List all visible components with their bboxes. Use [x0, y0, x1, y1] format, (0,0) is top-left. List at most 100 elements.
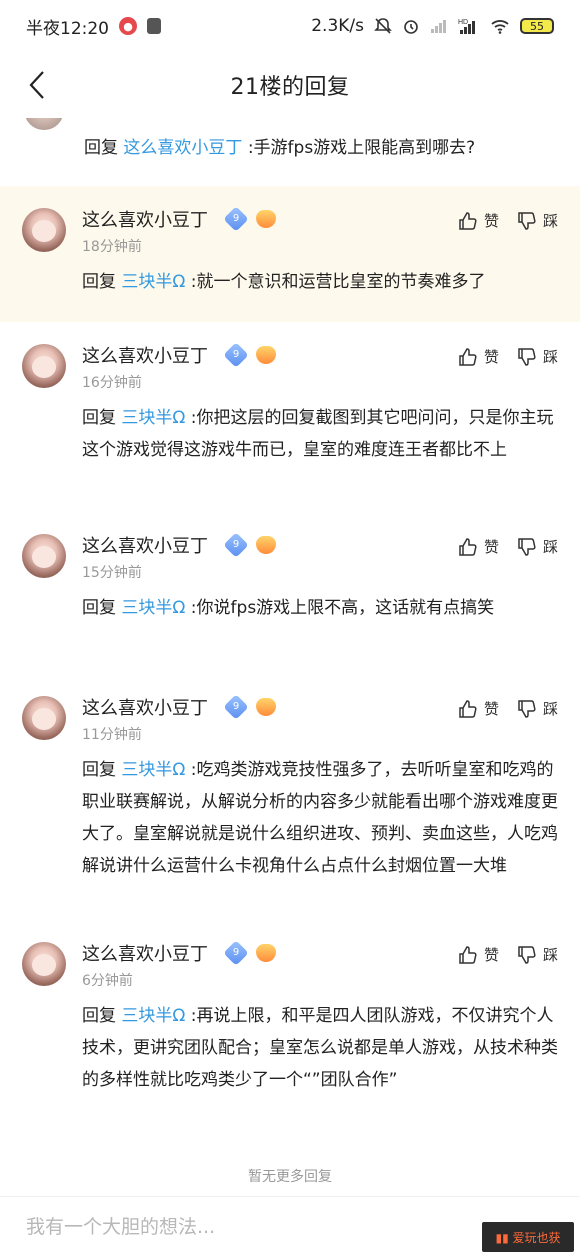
dislike-label: 踩 — [542, 946, 558, 964]
thumbs-up-icon — [459, 945, 477, 964]
thumbs-down-icon — [518, 347, 536, 366]
no-more-replies: 暂无更多回复 — [248, 1169, 332, 1185]
username[interactable]: 这么喜欢小豆丁 — [82, 694, 208, 720]
vip-badge-icon: 9 — [223, 206, 249, 232]
vip-level: 9 — [232, 349, 240, 360]
medal-icon — [256, 536, 276, 554]
app-icon — [147, 18, 161, 34]
wifi-icon — [491, 20, 509, 34]
like-label: 赞 — [483, 348, 499, 366]
vip-badge-icon: 9 — [223, 940, 249, 966]
battery-indicator: 55 — [520, 18, 554, 34]
thumbs-up-icon — [459, 699, 477, 718]
comment-item: 这么喜欢小豆丁 9 15分钟前 赞 踩 回复 三块半Ω :你说fps游戏上限不高… — [0, 512, 580, 674]
like-label: 赞 — [483, 946, 499, 964]
reply-text: 回复 三块半Ω :再说上限，和平是四人团队游戏，不仅讲究个人技术，更讲究团队配合… — [82, 1000, 558, 1096]
avatar[interactable] — [22, 942, 66, 986]
reply-to-user-link[interactable]: 三块半Ω — [121, 760, 185, 780]
comment-input[interactable] — [24, 1209, 448, 1245]
back-button[interactable] — [22, 68, 52, 102]
dislike-button[interactable]: 踩 — [517, 698, 558, 719]
signal-empty-icon — [431, 20, 446, 33]
dislike-label: 踩 — [542, 700, 558, 718]
comment-time: 16分钟前 — [82, 375, 142, 391]
comment-actions: 赞 踩 — [458, 944, 558, 965]
comment-time: 6分钟前 — [82, 973, 133, 989]
username[interactable]: 这么喜欢小豆丁 — [82, 532, 208, 558]
vip-badge-icon: 9 — [223, 532, 249, 558]
comment-time: 15分钟前 — [82, 565, 142, 581]
reply-to-user-link[interactable]: 三块半Ω — [121, 408, 185, 428]
vip-badge-icon: 9 — [223, 342, 249, 368]
avatar[interactable] — [22, 696, 66, 740]
dislike-button[interactable]: 踩 — [517, 944, 558, 965]
username[interactable]: 这么喜欢小豆丁 — [82, 940, 208, 966]
comment-item: 这么喜欢小豆丁 9 11分钟前 赞 踩 回复 三块半Ω :吃鸡类游戏竞技性强多了… — [0, 674, 580, 920]
vip-badge-icon: 9 — [223, 694, 249, 720]
like-button[interactable]: 赞 — [458, 536, 499, 557]
avatar[interactable] — [22, 208, 66, 252]
like-label: 赞 — [483, 538, 499, 556]
reply-text: 回复 三块半Ω :就一个意识和运营比皇室的节奏难多了 — [82, 266, 558, 298]
medal-icon — [256, 210, 276, 228]
dislike-label: 踩 — [542, 212, 558, 230]
reply-prefix: 回复 — [82, 272, 116, 292]
dislike-button[interactable]: 踩 — [517, 346, 558, 367]
reply-text: 回复 三块半Ω :你说fps游戏上限不高，这话就有点搞笑 — [82, 592, 558, 624]
thumbs-down-icon — [518, 699, 536, 718]
reply-prefix: 回复 — [82, 598, 116, 618]
like-button[interactable]: 赞 — [458, 210, 499, 231]
dislike-button[interactable]: 踩 — [517, 210, 558, 231]
hd-label: HD — [458, 19, 468, 26]
like-button[interactable]: 赞 — [458, 944, 499, 965]
reply-to-user-link[interactable]: 三块半Ω — [121, 1006, 185, 1026]
chevron-left-icon — [29, 71, 44, 99]
reply-content: :你说fps游戏上限不高，这话就有点搞笑 — [185, 598, 495, 618]
comment-time: 11分钟前 — [82, 727, 142, 743]
like-button[interactable]: 赞 — [458, 698, 499, 719]
status-bar: 半夜12:20 ● 2.3K/s HD 55 — [0, 0, 580, 52]
comment-actions: 赞 踩 — [458, 210, 558, 231]
medal-icon — [256, 944, 276, 962]
network-speed: 2.3K/s — [311, 16, 364, 36]
thumbs-up-icon — [459, 347, 477, 366]
reply-to-user-link[interactable]: 三块半Ω — [121, 272, 185, 292]
like-button[interactable]: 赞 — [458, 346, 499, 367]
medal-icon — [256, 698, 276, 716]
medal-icon — [256, 346, 276, 364]
comment-actions: 赞 踩 — [458, 698, 558, 719]
reply-to-user-link[interactable]: 这么喜欢小豆丁 — [123, 138, 242, 158]
comment-item: 这么喜欢小豆丁 9 16分钟前 赞 踩 回复 三块半Ω :你把这层的回复截图到其… — [0, 322, 580, 512]
like-label: 赞 — [483, 700, 499, 718]
thumbs-down-icon — [518, 537, 536, 556]
avatar[interactable] — [22, 344, 66, 388]
reply-text: 回复 三块半Ω :吃鸡类游戏竞技性强多了，去听听皇室和吃鸡的职业联赛解说，从解说… — [82, 754, 558, 882]
username[interactable]: 这么喜欢小豆丁 — [82, 342, 208, 368]
vip-level: 9 — [232, 213, 240, 224]
vip-level: 9 — [232, 701, 240, 712]
comment-actions: 赞 踩 — [458, 536, 558, 557]
page-title: 21楼的回复 — [230, 75, 350, 100]
status-time: 半夜12:20 — [26, 18, 109, 39]
site-watermark-logo: ▮▮ 爱玩也获 — [482, 1222, 574, 1252]
vip-level: 9 — [232, 539, 240, 550]
comment-actions: 赞 踩 — [458, 346, 558, 367]
comment-item: 这么喜欢小豆丁 9 18分钟前 赞 踩 回复 三块半Ω :就一个意识和运营比皇室… — [0, 186, 580, 322]
floor-reply-partial: 回复 这么喜欢小豆丁 :手游fps游戏上限能高到哪去? — [0, 90, 580, 184]
reply-text: 回复 这么喜欢小豆丁 :手游fps游戏上限能高到哪去? — [84, 132, 564, 164]
alarm-icon — [404, 20, 418, 34]
vip-level: 9 — [232, 947, 240, 958]
comment-time: 18分钟前 — [82, 239, 142, 255]
username[interactable]: 这么喜欢小豆丁 — [82, 206, 208, 232]
thumbs-down-icon — [518, 945, 536, 964]
thumbs-down-icon — [518, 211, 536, 230]
comment-item: 这么喜欢小豆丁 9 6分钟前 赞 踩 回复 三块半Ω :再说上限，和平是四人团队… — [0, 920, 580, 1160]
dislike-label: 踩 — [542, 538, 558, 556]
reply-to-user-link[interactable]: 三块半Ω — [121, 598, 185, 618]
reply-content: :手游fps游戏上限能高到哪去? — [247, 138, 476, 158]
dislike-button[interactable]: 踩 — [517, 536, 558, 557]
signal-hd-icon: HD — [458, 19, 475, 34]
reply-text: 回复 三块半Ω :你把这层的回复截图到其它吧问问，只是你主玩这个游戏觉得这游戏牛… — [82, 402, 558, 466]
mute-bell-icon — [374, 18, 392, 34]
avatar[interactable] — [22, 534, 66, 578]
